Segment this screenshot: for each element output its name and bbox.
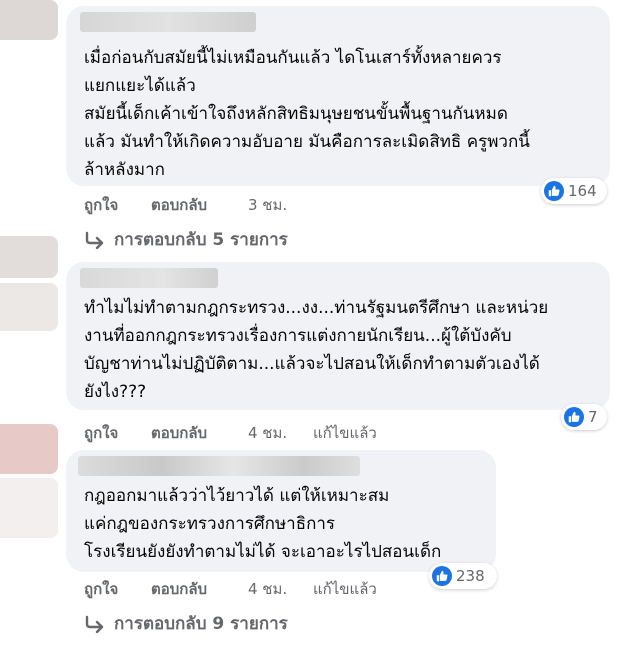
- comment-line: แค่กฎของกระทรวงการศึกษาธิการ: [84, 514, 336, 534]
- avatar[interactable]: [0, 478, 58, 538]
- comment-text: เมื่อก่อนกับสมัยนี้ไม่เหมือนกันแล้ว ไดโน…: [84, 44, 530, 184]
- avatar[interactable]: [0, 236, 58, 278]
- avatar[interactable]: [0, 283, 58, 331]
- avatar[interactable]: [0, 424, 58, 474]
- comment-actions: ถูกใจ ตอบกลับ 4 ชม. แก้ไขแล้ว: [84, 421, 404, 442]
- commenter-name[interactable]: [78, 456, 360, 476]
- comment-line: บัญชาท่านไม่ปฏิบัติตาม...แล้วจะไปสอนให้เ…: [84, 354, 540, 374]
- reply-button[interactable]: ตอบกลับ: [151, 577, 207, 601]
- comment-line: ทำไมไม่ทำตามกฎกระทรวง...งง...ท่านรัฐมนตร…: [84, 298, 549, 318]
- reaction-count[interactable]: 7: [561, 404, 607, 430]
- replies-label: การตอบกลับ 9 รายการ: [114, 614, 288, 634]
- comment-bubble: ทำไมไม่ทำตามกฎกระทรวง...งง...ท่านรัฐมนตร…: [66, 262, 610, 410]
- reaction-number: 164: [568, 182, 597, 200]
- like-thumb-icon: [544, 181, 564, 201]
- commenter-name[interactable]: [80, 12, 256, 32]
- reaction-number: 238: [456, 567, 485, 585]
- comment-line: งานที่ออกกฎกระทรวงเรื่องการแต่งกายนักเรี…: [84, 326, 512, 346]
- comment-timestamp[interactable]: 4 ชม.: [248, 577, 287, 601]
- comment-timestamp[interactable]: 3 ชม.: [248, 193, 287, 217]
- commenter-name[interactable]: [80, 268, 218, 288]
- reaction-count[interactable]: 238: [429, 563, 497, 589]
- like-thumb-icon: [432, 566, 452, 586]
- comment-timestamp[interactable]: 4 ชม.: [248, 421, 287, 445]
- edited-label: แก้ไขแล้ว: [313, 580, 377, 598]
- edited-label: แก้ไขแล้ว: [313, 424, 377, 442]
- comment-bubble: กฎออกมาแล้วว่าไว้ยาวได้ แต่ให้เหมาะสม แค…: [66, 450, 496, 572]
- like-button[interactable]: ถูกใจ: [84, 577, 118, 601]
- comment-actions: ถูกใจ ตอบกลับ 3 ชม.: [84, 193, 344, 214]
- reply-arrow-icon: [85, 231, 104, 249]
- comment-bubble: เมื่อก่อนกับสมัยนี้ไม่เหมือนกันแล้ว ไดโน…: [66, 6, 610, 186]
- comment-actions: ถูกใจ ตอบกลับ 4 ชม. แก้ไขแล้ว: [84, 577, 404, 598]
- reply-arrow-icon: [85, 615, 104, 633]
- reaction-count[interactable]: 164: [541, 178, 607, 204]
- like-button[interactable]: ถูกใจ: [84, 193, 118, 217]
- comment-line: แล้ว มันทำให้เกิดความอับอาย มันคือการละเ…: [84, 132, 530, 152]
- reply-button[interactable]: ตอบกลับ: [151, 421, 207, 445]
- comment-text: กฎออกมาแล้วว่าไว้ยาวได้ แต่ให้เหมาะสม แค…: [84, 482, 441, 566]
- comment-line: สมัยนี้เด็กเค้าเข้าใจถึงหลักสิทธิมนุษยชน…: [84, 104, 508, 124]
- comment-text: ทำไมไม่ทำตามกฎกระทรวง...งง...ท่านรัฐมนตร…: [84, 294, 548, 406]
- view-replies-link[interactable]: การตอบกลับ 9 รายการ: [84, 610, 288, 637]
- comment-line: ล้าหลังมาก: [84, 160, 165, 180]
- comment-line: โรงเรียนยังยังทำตามไม่ได้ จะเอาอะไรไปสอน…: [84, 542, 442, 562]
- reply-button[interactable]: ตอบกลับ: [151, 193, 207, 217]
- comment-line: กฎออกมาแล้วว่าไว้ยาวได้ แต่ให้เหมาะสม: [84, 486, 390, 506]
- comment-line: ยังไง???: [84, 382, 147, 402]
- like-thumb-icon: [564, 407, 584, 427]
- avatar[interactable]: [0, 0, 58, 40]
- reaction-number: 7: [588, 408, 598, 426]
- comment-line: เมื่อก่อนกับสมัยนี้ไม่เหมือนกันแล้ว ไดโน…: [84, 48, 502, 68]
- replies-label: การตอบกลับ 5 รายการ: [114, 230, 288, 250]
- comment-line: แยกแยะได้แล้ว: [84, 76, 196, 96]
- view-replies-link[interactable]: การตอบกลับ 5 รายการ: [84, 226, 288, 253]
- like-button[interactable]: ถูกใจ: [84, 421, 118, 445]
